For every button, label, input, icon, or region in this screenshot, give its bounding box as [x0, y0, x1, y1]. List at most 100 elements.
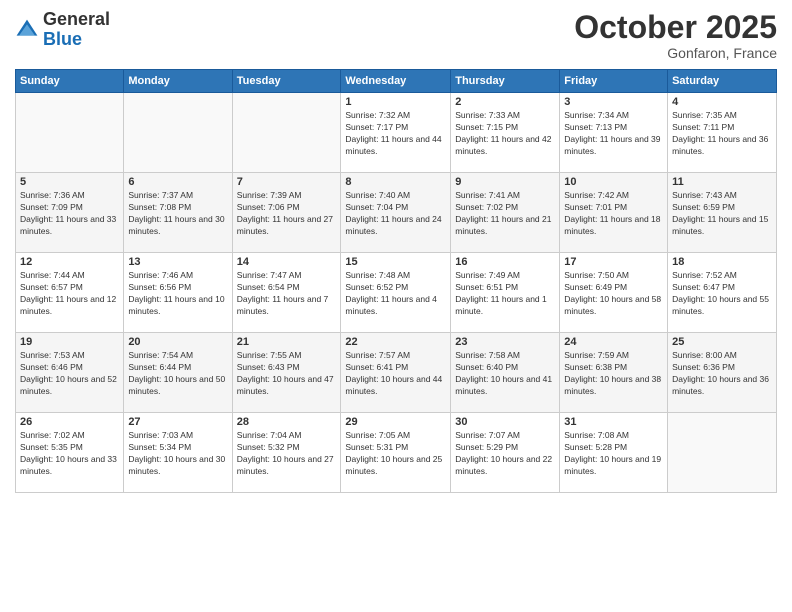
day-number: 28 — [237, 416, 337, 428]
day-info: Sunrise: 7:52 AM Sunset: 6:47 PM Dayligh… — [672, 270, 772, 318]
day-info: Sunrise: 7:59 AM Sunset: 6:38 PM Dayligh… — [564, 350, 663, 398]
day-number: 11 — [672, 176, 772, 188]
calendar-week-4: 26 Sunrise: 7:02 AM Sunset: 5:35 PM Dayli… — [16, 413, 777, 493]
day-number: 22 — [345, 336, 446, 348]
day-info: Sunrise: 7:04 AM Sunset: 5:32 PM Dayligh… — [237, 430, 337, 478]
day-info: Sunrise: 7:42 AM Sunset: 7:01 PM Dayligh… — [564, 190, 663, 238]
day-info: Sunrise: 7:49 AM Sunset: 6:51 PM Dayligh… — [455, 270, 555, 318]
weekday-header-wednesday: Wednesday — [341, 70, 451, 93]
calendar-cell: 26 Sunrise: 7:02 AM Sunset: 5:35 PM Dayli… — [16, 413, 124, 493]
day-number: 18 — [672, 256, 772, 268]
day-number: 20 — [128, 336, 227, 348]
calendar-cell — [668, 413, 777, 493]
day-number: 29 — [345, 416, 446, 428]
day-number: 30 — [455, 416, 555, 428]
day-info: Sunrise: 7:39 AM Sunset: 7:06 PM Dayligh… — [237, 190, 337, 238]
calendar-cell — [124, 93, 232, 173]
day-number: 27 — [128, 416, 227, 428]
day-info: Sunrise: 7:02 AM Sunset: 5:35 PM Dayligh… — [20, 430, 119, 478]
calendar-cell: 15Sunrise: 7:48 AM Sunset: 6:52 PM Dayli… — [341, 253, 451, 333]
day-info: Sunrise: 7:40 AM Sunset: 7:04 PM Dayligh… — [345, 190, 446, 238]
day-number: 12 — [20, 256, 119, 268]
calendar-cell: 27 Sunrise: 7:03 AM Sunset: 5:34 PM Dayli… — [124, 413, 232, 493]
calendar-cell: 14 Sunrise: 7:47 AM Sunset: 6:54 PM Dayli… — [232, 253, 341, 333]
calendar-week-1: 5 Sunrise: 7:36 AM Sunset: 7:09 PM Daylig… — [16, 173, 777, 253]
logo-blue: Blue — [43, 29, 82, 49]
day-number: 9 — [455, 176, 555, 188]
day-number: 14 — [237, 256, 337, 268]
day-number: 19 — [20, 336, 119, 348]
day-number: 31 — [564, 416, 663, 428]
day-info: Sunrise: 7:57 AM Sunset: 6:41 PM Dayligh… — [345, 350, 446, 398]
day-number: 3 — [564, 96, 663, 108]
calendar-cell: 24Sunrise: 7:59 AM Sunset: 6:38 PM Dayli… — [560, 333, 668, 413]
calendar-cell: 29 Sunrise: 7:05 AM Sunset: 5:31 PM Dayli… — [341, 413, 451, 493]
day-info: Sunrise: 7:47 AM Sunset: 6:54 PM Dayligh… — [237, 270, 337, 318]
header: General Blue October 2025 Gonfaron, Fran… — [15, 10, 777, 61]
calendar-cell: 4 Sunrise: 7:35 AM Sunset: 7:11 PM Daylig… — [668, 93, 777, 173]
month-title: October 2025 — [574, 10, 777, 45]
day-info: Sunrise: 7:54 AM Sunset: 6:44 PM Dayligh… — [128, 350, 227, 398]
calendar-cell: 9 Sunrise: 7:41 AM Sunset: 7:02 PM Daylig… — [451, 173, 560, 253]
calendar-week-3: 19 Sunrise: 7:53 AM Sunset: 6:46 PM Dayli… — [16, 333, 777, 413]
day-info: Sunrise: 7:33 AM Sunset: 7:15 PM Dayligh… — [455, 110, 555, 158]
day-info: Sunrise: 7:46 AM Sunset: 6:56 PM Dayligh… — [128, 270, 227, 318]
day-info: Sunrise: 7:34 AM Sunset: 7:13 PM Dayligh… — [564, 110, 663, 158]
day-number: 4 — [672, 96, 772, 108]
weekday-header-row: SundayMondayTuesdayWednesdayThursdayFrid… — [16, 70, 777, 93]
calendar-cell: 30 Sunrise: 7:07 AM Sunset: 5:29 PM Dayli… — [451, 413, 560, 493]
day-number: 2 — [455, 96, 555, 108]
day-number: 13 — [128, 256, 227, 268]
day-info: Sunrise: 7:05 AM Sunset: 5:31 PM Dayligh… — [345, 430, 446, 478]
calendar-cell: 18 Sunrise: 7:52 AM Sunset: 6:47 PM Dayli… — [668, 253, 777, 333]
day-number: 1 — [345, 96, 446, 108]
day-info: Sunrise: 7:08 AM Sunset: 5:28 PM Dayligh… — [564, 430, 663, 478]
day-number: 8 — [345, 176, 446, 188]
calendar-cell: 11 Sunrise: 7:43 AM Sunset: 6:59 PM Dayli… — [668, 173, 777, 253]
day-number: 6 — [128, 176, 227, 188]
calendar-cell: 31 Sunrise: 7:08 AM Sunset: 5:28 PM Dayli… — [560, 413, 668, 493]
day-number: 7 — [237, 176, 337, 188]
day-info: Sunrise: 7:43 AM Sunset: 6:59 PM Dayligh… — [672, 190, 772, 238]
day-number: 10 — [564, 176, 663, 188]
calendar-cell: 5 Sunrise: 7:36 AM Sunset: 7:09 PM Daylig… — [16, 173, 124, 253]
location: Gonfaron, France — [574, 45, 777, 61]
weekday-header-tuesday: Tuesday — [232, 70, 341, 93]
calendar-cell: 28 Sunrise: 7:04 AM Sunset: 5:32 PM Dayli… — [232, 413, 341, 493]
calendar-cell: 25Sunrise: 8:00 AM Sunset: 6:36 PM Dayli… — [668, 333, 777, 413]
day-number: 26 — [20, 416, 119, 428]
calendar-table: SundayMondayTuesdayWednesdayThursdayFrid… — [15, 69, 777, 493]
logo: General Blue — [15, 10, 110, 50]
logo-general: General — [43, 9, 110, 29]
calendar-cell: 20 Sunrise: 7:54 AM Sunset: 6:44 PM Dayli… — [124, 333, 232, 413]
calendar-cell: 7 Sunrise: 7:39 AM Sunset: 7:06 PM Daylig… — [232, 173, 341, 253]
calendar-cell — [232, 93, 341, 173]
calendar-cell: 12Sunrise: 7:44 AM Sunset: 6:57 PM Dayli… — [16, 253, 124, 333]
calendar-cell — [16, 93, 124, 173]
day-info: Sunrise: 7:03 AM Sunset: 5:34 PM Dayligh… — [128, 430, 227, 478]
day-info: Sunrise: 7:32 AM Sunset: 7:17 PM Dayligh… — [345, 110, 446, 158]
title-block: October 2025 Gonfaron, France — [574, 10, 777, 61]
day-info: Sunrise: 7:53 AM Sunset: 6:46 PM Dayligh… — [20, 350, 119, 398]
day-number: 25 — [672, 336, 772, 348]
day-number: 5 — [20, 176, 119, 188]
calendar-cell: 16 Sunrise: 7:49 AM Sunset: 6:51 PM Dayli… — [451, 253, 560, 333]
weekday-header-thursday: Thursday — [451, 70, 560, 93]
day-info: Sunrise: 7:07 AM Sunset: 5:29 PM Dayligh… — [455, 430, 555, 478]
day-info: Sunrise: 7:35 AM Sunset: 7:11 PM Dayligh… — [672, 110, 772, 158]
day-info: Sunrise: 7:36 AM Sunset: 7:09 PM Dayligh… — [20, 190, 119, 238]
day-number: 16 — [455, 256, 555, 268]
day-info: Sunrise: 7:50 AM Sunset: 6:49 PM Dayligh… — [564, 270, 663, 318]
calendar-cell: 22 Sunrise: 7:57 AM Sunset: 6:41 PM Dayli… — [341, 333, 451, 413]
calendar-cell: 21Sunrise: 7:55 AM Sunset: 6:43 PM Dayli… — [232, 333, 341, 413]
calendar-cell: 23Sunrise: 7:58 AM Sunset: 6:40 PM Dayli… — [451, 333, 560, 413]
weekday-header-friday: Friday — [560, 70, 668, 93]
day-info: Sunrise: 7:41 AM Sunset: 7:02 PM Dayligh… — [455, 190, 555, 238]
calendar-cell: 17 Sunrise: 7:50 AM Sunset: 6:49 PM Dayli… — [560, 253, 668, 333]
calendar-cell: 2 Sunrise: 7:33 AM Sunset: 7:15 PM Daylig… — [451, 93, 560, 173]
day-info: Sunrise: 7:37 AM Sunset: 7:08 PM Dayligh… — [128, 190, 227, 238]
day-number: 17 — [564, 256, 663, 268]
calendar-week-2: 12Sunrise: 7:44 AM Sunset: 6:57 PM Dayli… — [16, 253, 777, 333]
calendar-cell: 1 Sunrise: 7:32 AM Sunset: 7:17 PM Daylig… — [341, 93, 451, 173]
day-number: 21 — [237, 336, 337, 348]
